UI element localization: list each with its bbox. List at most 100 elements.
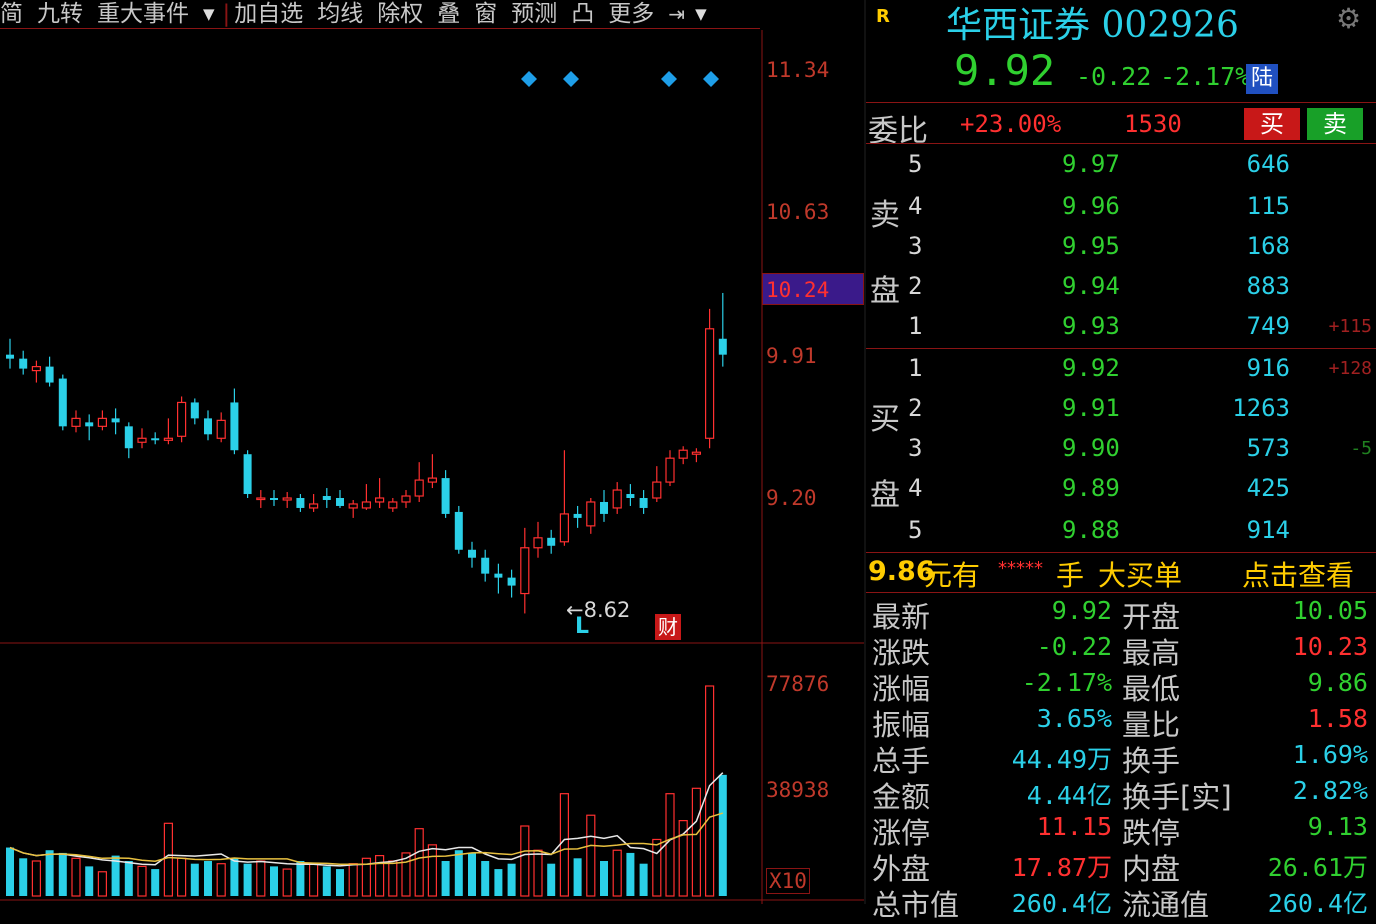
divider bbox=[866, 348, 1376, 349]
stat-row: 最新 9.92 开盘 10.05 bbox=[866, 594, 1376, 634]
volume-bar bbox=[85, 866, 94, 896]
volume-bar bbox=[97, 871, 108, 897]
bid-row[interactable]: 5 9.88 914 bbox=[866, 512, 1376, 552]
volume-bar bbox=[454, 850, 463, 896]
volume: 1263 bbox=[1232, 394, 1290, 422]
big-order-text: 手 bbox=[1056, 559, 1085, 592]
candle bbox=[704, 328, 715, 439]
volume-bar bbox=[216, 863, 226, 897]
volume-bar bbox=[652, 838, 662, 897]
volume-bar bbox=[137, 865, 147, 897]
price: 9.96 bbox=[1062, 192, 1120, 220]
price: 9.92 bbox=[1062, 354, 1120, 382]
toolbar-item[interactable]: 窗 bbox=[474, 1, 497, 27]
toolbar-item[interactable]: 预测 bbox=[511, 1, 557, 27]
signal-diamond-icon bbox=[563, 71, 579, 87]
candle bbox=[652, 481, 662, 499]
divider: | bbox=[222, 1, 231, 27]
bid-row[interactable]: 4 9.89 425 bbox=[866, 470, 1376, 510]
toolbar-item[interactable]: 更多 bbox=[608, 1, 654, 27]
candle bbox=[626, 494, 635, 498]
price-axis-tick: 9.20 bbox=[766, 486, 817, 510]
big-order-banner[interactable]: 9.86 元有 ***** 手 大买单 点击查看 bbox=[866, 554, 1376, 592]
candle bbox=[441, 478, 450, 514]
delta: -5 bbox=[1350, 438, 1372, 459]
toolbar-item[interactable]: 重大事件 bbox=[97, 1, 189, 27]
chevron-down-icon[interactable]: ▼ bbox=[203, 1, 215, 27]
price: 9.88 bbox=[1062, 516, 1120, 544]
stat-value: 11.15 bbox=[1036, 812, 1112, 841]
volume-bar bbox=[31, 860, 42, 897]
volume-bar bbox=[520, 825, 530, 897]
stat-row: 涨幅 -2.17% 最低 9.86 bbox=[866, 666, 1376, 706]
big-order-stars: ***** bbox=[998, 558, 1043, 579]
ask-row[interactable]: 3 9.95 168 bbox=[866, 228, 1376, 268]
sell-button[interactable]: 卖 bbox=[1307, 108, 1363, 140]
toolbar-item[interactable]: 凸 bbox=[571, 1, 594, 27]
candle bbox=[401, 495, 411, 503]
ask-row[interactable]: 5 9.97 646 bbox=[866, 146, 1376, 186]
candle bbox=[177, 401, 187, 437]
candle bbox=[361, 501, 371, 509]
candle bbox=[111, 418, 120, 423]
stock-title: 华西证券 002926 bbox=[946, 5, 1239, 46]
candle bbox=[256, 497, 266, 501]
toolbar-item[interactable]: 加自选 bbox=[234, 1, 303, 27]
gear-icon[interactable]: ⚙ bbox=[1336, 2, 1361, 35]
kline-chart[interactable] bbox=[0, 0, 866, 904]
stat-value: 1.69% bbox=[1292, 740, 1368, 769]
volume-bar bbox=[468, 852, 476, 896]
volume-bar bbox=[309, 863, 319, 897]
toolbar-item[interactable]: 除权 bbox=[377, 1, 423, 27]
volume: 883 bbox=[1246, 272, 1290, 300]
volume-bar bbox=[533, 849, 543, 897]
chevron-down-icon[interactable]: ▼ bbox=[695, 1, 707, 27]
volume-bar bbox=[45, 850, 54, 896]
stat-value: 9.13 bbox=[1307, 812, 1368, 841]
volume-bar bbox=[414, 828, 424, 897]
volume-bar bbox=[19, 858, 28, 896]
level: 2 bbox=[908, 394, 923, 422]
toolbar-item[interactable]: 均线 bbox=[317, 1, 363, 27]
toolbar-item[interactable]: 简 bbox=[0, 1, 23, 27]
bid-row[interactable]: 2 9.91 1263 bbox=[866, 390, 1376, 430]
bid-row[interactable]: 1 9.92 916 +128 bbox=[866, 350, 1376, 390]
candle bbox=[270, 498, 278, 500]
level: 1 bbox=[908, 354, 923, 382]
bid-row[interactable]: 3 9.90 573 -5 bbox=[866, 430, 1376, 470]
volume-bar bbox=[58, 852, 67, 896]
stat-value: 9.92 bbox=[1051, 596, 1112, 625]
volume-unit-label: X10 bbox=[766, 868, 810, 894]
toolbar-item[interactable]: 九转 bbox=[37, 1, 83, 27]
view-details-link[interactable]: 点击查看 bbox=[1242, 554, 1354, 594]
candle bbox=[375, 497, 385, 503]
price-change: -0.22 bbox=[1076, 62, 1152, 91]
finance-report-marker[interactable]: 财 bbox=[655, 614, 681, 640]
toolbar-item[interactable]: 叠 bbox=[437, 1, 460, 27]
volume-bar bbox=[163, 822, 173, 897]
ask-row[interactable]: 2 9.94 883 bbox=[866, 268, 1376, 308]
ask-row[interactable]: 1 9.93 749 +115 bbox=[866, 308, 1376, 348]
volume-bar bbox=[600, 861, 608, 896]
level: 4 bbox=[908, 474, 923, 502]
ask-row[interactable]: 4 9.96 115 bbox=[866, 188, 1376, 228]
signal-diamond-icon bbox=[703, 71, 719, 87]
buy-button[interactable]: 买 bbox=[1244, 108, 1300, 140]
signal-diamond-icon bbox=[521, 71, 537, 87]
candle bbox=[58, 378, 67, 427]
candle bbox=[151, 438, 160, 441]
divider bbox=[866, 592, 1376, 593]
expand-panel-icon[interactable]: ⇥ bbox=[668, 1, 685, 27]
candle bbox=[454, 511, 463, 550]
candle bbox=[427, 477, 437, 483]
volume-bar bbox=[270, 866, 278, 896]
volume-bar bbox=[256, 860, 266, 897]
candle bbox=[230, 402, 239, 451]
stat-value: -2.17% bbox=[1021, 668, 1112, 697]
volume-bar bbox=[441, 861, 450, 896]
candle bbox=[559, 513, 570, 543]
volume-bar bbox=[243, 863, 252, 896]
stat-row: 涨跌 -0.22 最高 10.23 bbox=[866, 630, 1376, 670]
level: 3 bbox=[908, 232, 923, 260]
candle bbox=[468, 549, 476, 558]
